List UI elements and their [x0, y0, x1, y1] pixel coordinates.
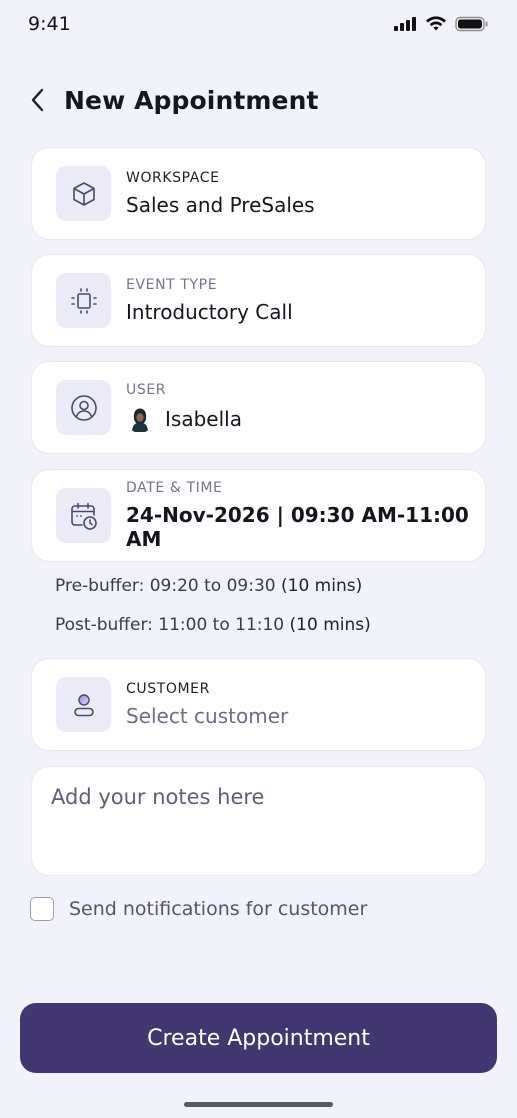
- pre-buffer-duration: (10 mins): [281, 576, 363, 596]
- cube-icon: [72, 181, 95, 206]
- workspace-card[interactable]: WORKSPACE Sales and PreSales: [31, 147, 486, 240]
- page-title: New Appointment: [64, 85, 319, 115]
- date-time-card[interactable]: DATE & TIME 24-Nov-2026 | 09:30 AM-11:00…: [31, 469, 486, 562]
- customer-label: CUSTOMER: [126, 681, 210, 697]
- notes-placeholder: Add your notes here: [51, 785, 265, 809]
- date-time-icon-tile: [56, 488, 111, 543]
- avatar: [126, 405, 154, 433]
- user-circle-icon: [70, 394, 97, 421]
- customer-icon: [73, 693, 94, 716]
- notes-field[interactable]: Add your notes here: [31, 766, 486, 876]
- user-icon-tile: [56, 380, 111, 435]
- customer-card[interactable]: CUSTOMER Select customer: [31, 658, 486, 751]
- workspace-value: Sales and PreSales: [126, 193, 315, 217]
- user-row: Isabella: [126, 405, 242, 433]
- pre-buffer-label: Pre-buffer:: [55, 576, 145, 596]
- battery-icon: [455, 16, 488, 32]
- date-time-value: 24-Nov-2026 | 09:30 AM-11:00 AM: [126, 503, 469, 551]
- notification-label: Send notifications for customer: [69, 898, 368, 920]
- home-indicator: [184, 1102, 333, 1107]
- event-type-icon: [70, 287, 97, 314]
- notification-checkbox[interactable]: [30, 897, 54, 921]
- workspace-label: WORKSPACE: [126, 170, 220, 186]
- create-appointment-button[interactable]: Create Appointment: [20, 1003, 497, 1073]
- user-card[interactable]: USER Isabella: [31, 361, 486, 454]
- avatar-image: [126, 405, 154, 433]
- date-time-label: DATE & TIME: [126, 480, 223, 496]
- post-buffer-duration: (10 mins): [289, 615, 371, 635]
- back-button[interactable]: [24, 86, 52, 114]
- user-label: USER: [126, 382, 167, 398]
- signal-icon: [394, 17, 416, 31]
- pre-buffer-range: 09:20 to 09:30: [149, 576, 276, 596]
- status-bar: 9:41: [0, 0, 517, 52]
- post-buffer-range: 11:00 to 11:10: [158, 615, 285, 635]
- post-buffer-label: Post-buffer:: [55, 615, 153, 635]
- user-value: Isabella: [165, 407, 242, 431]
- event-type-label: EVENT TYPE: [126, 277, 218, 293]
- pre-buffer: Pre-buffer: 09:20 to 09:30 (10 mins): [55, 576, 362, 596]
- wifi-icon: [426, 16, 446, 31]
- workspace-icon-tile: [56, 166, 111, 221]
- customer-select[interactable]: Select customer: [126, 704, 288, 728]
- notification-option[interactable]: Send notifications for customer: [30, 897, 367, 921]
- event-type-card[interactable]: EVENT TYPE Introductory Call: [31, 254, 486, 347]
- event-type-value: Introductory Call: [126, 300, 293, 324]
- status-time: 9:41: [28, 13, 71, 35]
- event-type-icon-tile: [56, 273, 111, 328]
- chevron-left-icon: [31, 88, 44, 112]
- post-buffer: Post-buffer: 11:00 to 11:10 (10 mins): [55, 615, 371, 635]
- customer-icon-tile: [56, 677, 111, 732]
- status-icons: [393, 16, 489, 32]
- calendar-clock-icon: [70, 502, 97, 530]
- header: New Appointment: [24, 80, 494, 120]
